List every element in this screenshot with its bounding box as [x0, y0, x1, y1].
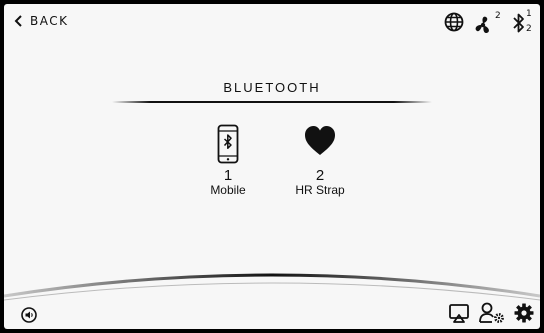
back-label: BACK: [30, 14, 69, 28]
title-divider: [112, 101, 432, 103]
display-button[interactable]: [447, 301, 471, 325]
bluetooth-superscript: 1: [526, 9, 532, 19]
device-hr-strap[interactable]: 2 HR Strap: [285, 124, 355, 197]
bluetooth-subscript: 2: [526, 24, 532, 34]
back-button[interactable]: BACK: [14, 14, 68, 28]
user-settings-button[interactable]: [478, 300, 506, 326]
page-title: BLUETOOTH: [223, 80, 321, 95]
heart-icon: [305, 126, 335, 155]
bottom-arc-decoration: [4, 273, 540, 301]
device-label: HR Strap: [295, 183, 345, 197]
globe-icon[interactable]: [444, 12, 464, 36]
phone-bluetooth-icon: [217, 124, 239, 164]
status-bar: 2 1 2: [444, 9, 536, 36]
user-settings-icon: [479, 302, 504, 323]
volume-button[interactable]: [20, 306, 38, 324]
screen: BACK 2 1 2 BLUETOOTH 1 Mobile 2 HR Strap: [4, 4, 540, 329]
settings-gear-icon: [514, 303, 534, 323]
fan-count: 2: [495, 11, 501, 21]
device-mobile[interactable]: 1 Mobile: [193, 124, 263, 197]
bluetooth-status-icon[interactable]: 1 2: [512, 9, 536, 36]
device-count: 2: [315, 167, 325, 184]
volume-icon: [21, 307, 37, 323]
device-label: Mobile: [210, 183, 246, 197]
settings-button[interactable]: [512, 301, 536, 325]
chevron-left-icon: [14, 15, 22, 27]
device-count: 1: [223, 167, 233, 184]
fan-icon[interactable]: 2: [472, 11, 504, 35]
display-icon: [449, 304, 469, 323]
